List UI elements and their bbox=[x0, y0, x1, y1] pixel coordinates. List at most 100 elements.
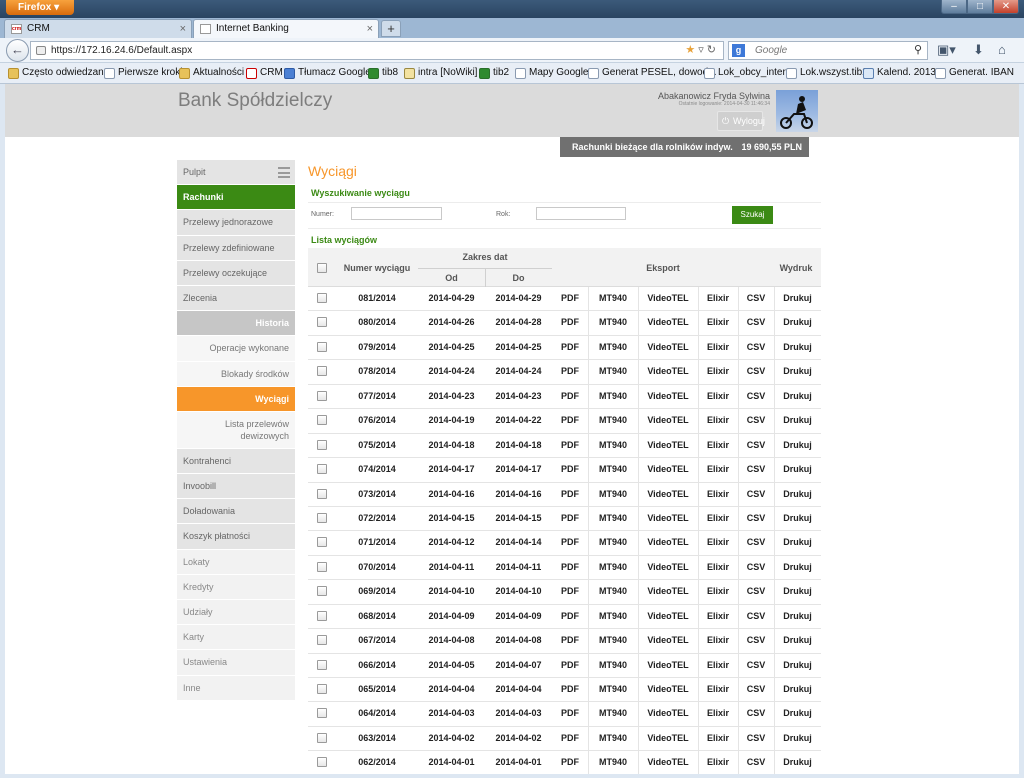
csv-link[interactable]: CSV bbox=[738, 336, 774, 358]
row-checkbox[interactable] bbox=[317, 708, 327, 719]
rok-field[interactable] bbox=[536, 207, 626, 220]
logout-button[interactable]: ⏻ Wyloguj bbox=[717, 111, 765, 131]
csv-link[interactable]: CSV bbox=[738, 580, 774, 602]
elixir-link[interactable]: Elixir bbox=[698, 336, 738, 358]
videotel-link[interactable]: VideoTEL bbox=[638, 434, 698, 456]
csv-link[interactable]: CSV bbox=[738, 702, 774, 724]
reload-icon[interactable]: ↻ bbox=[707, 44, 719, 56]
videotel-link[interactable]: VideoTEL bbox=[638, 336, 698, 358]
home-icon[interactable]: ⌂ bbox=[998, 42, 1006, 57]
videotel-link[interactable]: VideoTEL bbox=[638, 360, 698, 382]
elixir-link[interactable]: Elixir bbox=[698, 751, 738, 773]
print-link[interactable]: Drukuj bbox=[774, 458, 821, 480]
elixir-link[interactable]: Elixir bbox=[698, 385, 738, 407]
pdf-link[interactable]: PDF bbox=[558, 434, 582, 456]
row-checkbox[interactable] bbox=[317, 464, 327, 475]
sidebar-item-rachunki[interactable]: Rachunki bbox=[177, 185, 295, 211]
sidebar-item-udzialy[interactable]: Udziały bbox=[177, 600, 295, 626]
bookmark-item[interactable]: Tłumacz Google bbox=[284, 67, 371, 79]
elixir-link[interactable]: Elixir bbox=[698, 360, 738, 382]
print-link[interactable]: Drukuj bbox=[774, 385, 821, 407]
mt940-link[interactable]: MT940 bbox=[588, 654, 638, 676]
row-checkbox[interactable] bbox=[317, 415, 327, 426]
pdf-link[interactable]: PDF bbox=[558, 751, 582, 773]
sidebar-item-zlecenia[interactable]: Zlecenia bbox=[177, 285, 295, 312]
pdf-link[interactable]: PDF bbox=[558, 311, 582, 333]
row-checkbox[interactable] bbox=[317, 537, 327, 548]
close-tab-icon[interactable]: × bbox=[367, 20, 373, 38]
pdf-link[interactable]: PDF bbox=[558, 458, 582, 480]
sidebar-item-kredyty[interactable]: Kredyty bbox=[177, 574, 295, 600]
pdf-link[interactable]: PDF bbox=[558, 360, 582, 382]
videotel-link[interactable]: VideoTEL bbox=[638, 483, 698, 505]
csv-link[interactable]: CSV bbox=[738, 287, 774, 309]
pdf-link[interactable]: PDF bbox=[558, 556, 582, 578]
mt940-link[interactable]: MT940 bbox=[588, 751, 638, 773]
mt940-link[interactable]: MT940 bbox=[588, 311, 638, 333]
mt940-link[interactable]: MT940 bbox=[588, 605, 638, 627]
sidebar-item-przelewy-jednorazowe[interactable]: Przelewy jednorazowe bbox=[177, 210, 295, 236]
pdf-link[interactable]: PDF bbox=[558, 483, 582, 505]
bookmark-item[interactable]: Generat. IBAN bbox=[935, 67, 1014, 79]
bookmark-star-icon[interactable]: ★ bbox=[685, 44, 698, 56]
elixir-link[interactable]: Elixir bbox=[698, 531, 738, 553]
csv-link[interactable]: CSV bbox=[738, 507, 774, 529]
print-link[interactable]: Drukuj bbox=[774, 336, 821, 358]
csv-link[interactable]: CSV bbox=[738, 483, 774, 505]
bookmark-item[interactable]: Generat PESEL, dowod... bbox=[588, 67, 717, 79]
sidebar-item-pulpit[interactable]: Pulpit bbox=[177, 160, 295, 186]
pdf-link[interactable]: PDF bbox=[558, 531, 582, 553]
row-checkbox[interactable] bbox=[317, 317, 327, 328]
print-link[interactable]: Drukuj bbox=[774, 360, 821, 382]
videotel-link[interactable]: VideoTEL bbox=[638, 605, 698, 627]
csv-link[interactable]: CSV bbox=[738, 556, 774, 578]
pdf-link[interactable]: PDF bbox=[558, 385, 582, 407]
firefox-menu-button[interactable]: Firefox ▾ bbox=[6, 0, 74, 15]
sidebar-item-wyciagi[interactable]: Wyciągi bbox=[177, 386, 295, 412]
print-link[interactable]: Drukuj bbox=[774, 605, 821, 627]
mt940-link[interactable]: MT940 bbox=[588, 556, 638, 578]
print-link[interactable]: Drukuj bbox=[774, 654, 821, 676]
mt940-link[interactable]: MT940 bbox=[588, 287, 638, 309]
close-icon[interactable]: ✕ bbox=[993, 0, 1019, 14]
csv-link[interactable]: CSV bbox=[738, 751, 774, 773]
row-checkbox[interactable] bbox=[317, 561, 327, 572]
bookmark-item[interactable]: Aktualności bbox=[179, 67, 244, 79]
elixir-link[interactable]: Elixir bbox=[698, 654, 738, 676]
csv-link[interactable]: CSV bbox=[738, 727, 774, 749]
mt940-link[interactable]: MT940 bbox=[588, 434, 638, 456]
mt940-link[interactable]: MT940 bbox=[588, 531, 638, 553]
print-link[interactable]: Drukuj bbox=[774, 531, 821, 553]
row-checkbox[interactable] bbox=[317, 586, 327, 597]
videotel-link[interactable]: VideoTEL bbox=[638, 751, 698, 773]
pdf-link[interactable]: PDF bbox=[558, 409, 582, 431]
sidebar-item-lokaty[interactable]: Lokaty bbox=[177, 549, 295, 575]
row-checkbox[interactable] bbox=[317, 610, 327, 621]
print-link[interactable]: Drukuj bbox=[774, 507, 821, 529]
sidebar-item-blokady-srodkow[interactable]: Blokady środków bbox=[177, 361, 295, 387]
pdf-link[interactable]: PDF bbox=[558, 507, 582, 529]
numer-field[interactable] bbox=[351, 207, 442, 220]
videotel-link[interactable]: VideoTEL bbox=[638, 654, 698, 676]
videotel-link[interactable]: VideoTEL bbox=[638, 556, 698, 578]
sidebar-item-doladowania[interactable]: Doładowania bbox=[177, 499, 295, 525]
bookmark-item[interactable]: Lok.wszyst.tib2 bbox=[786, 67, 868, 79]
csv-link[interactable]: CSV bbox=[738, 458, 774, 480]
mt940-link[interactable]: MT940 bbox=[588, 678, 638, 700]
sidebar-item-lista-przelewow-dewizowych[interactable]: Lista przelewów dewizowych bbox=[177, 411, 295, 449]
sidebar-item-przelewy-zdefiniowane[interactable]: Przelewy zdefiniowane bbox=[177, 235, 295, 261]
back-arrow-icon[interactable]: ← bbox=[6, 39, 29, 62]
elixir-link[interactable]: Elixir bbox=[698, 409, 738, 431]
dropdown-icon[interactable]: ▿ bbox=[698, 44, 707, 56]
print-link[interactable]: Drukuj bbox=[774, 629, 821, 651]
elixir-link[interactable]: Elixir bbox=[698, 458, 738, 480]
mt940-link[interactable]: MT940 bbox=[588, 458, 638, 480]
screenshot-icon[interactable]: ▣▾ bbox=[937, 42, 956, 58]
url-bar[interactable]: https://172.16.24.6/Default.aspx ★▿↻ bbox=[30, 41, 724, 60]
pdf-link[interactable]: PDF bbox=[558, 605, 582, 627]
bookmark-item[interactable]: tib2 bbox=[479, 67, 509, 79]
bookmark-item[interactable]: tib8 bbox=[368, 67, 398, 79]
row-checkbox[interactable] bbox=[317, 732, 327, 743]
sidebar-item-historia[interactable]: Historia bbox=[177, 311, 295, 337]
mt940-link[interactable]: MT940 bbox=[588, 336, 638, 358]
